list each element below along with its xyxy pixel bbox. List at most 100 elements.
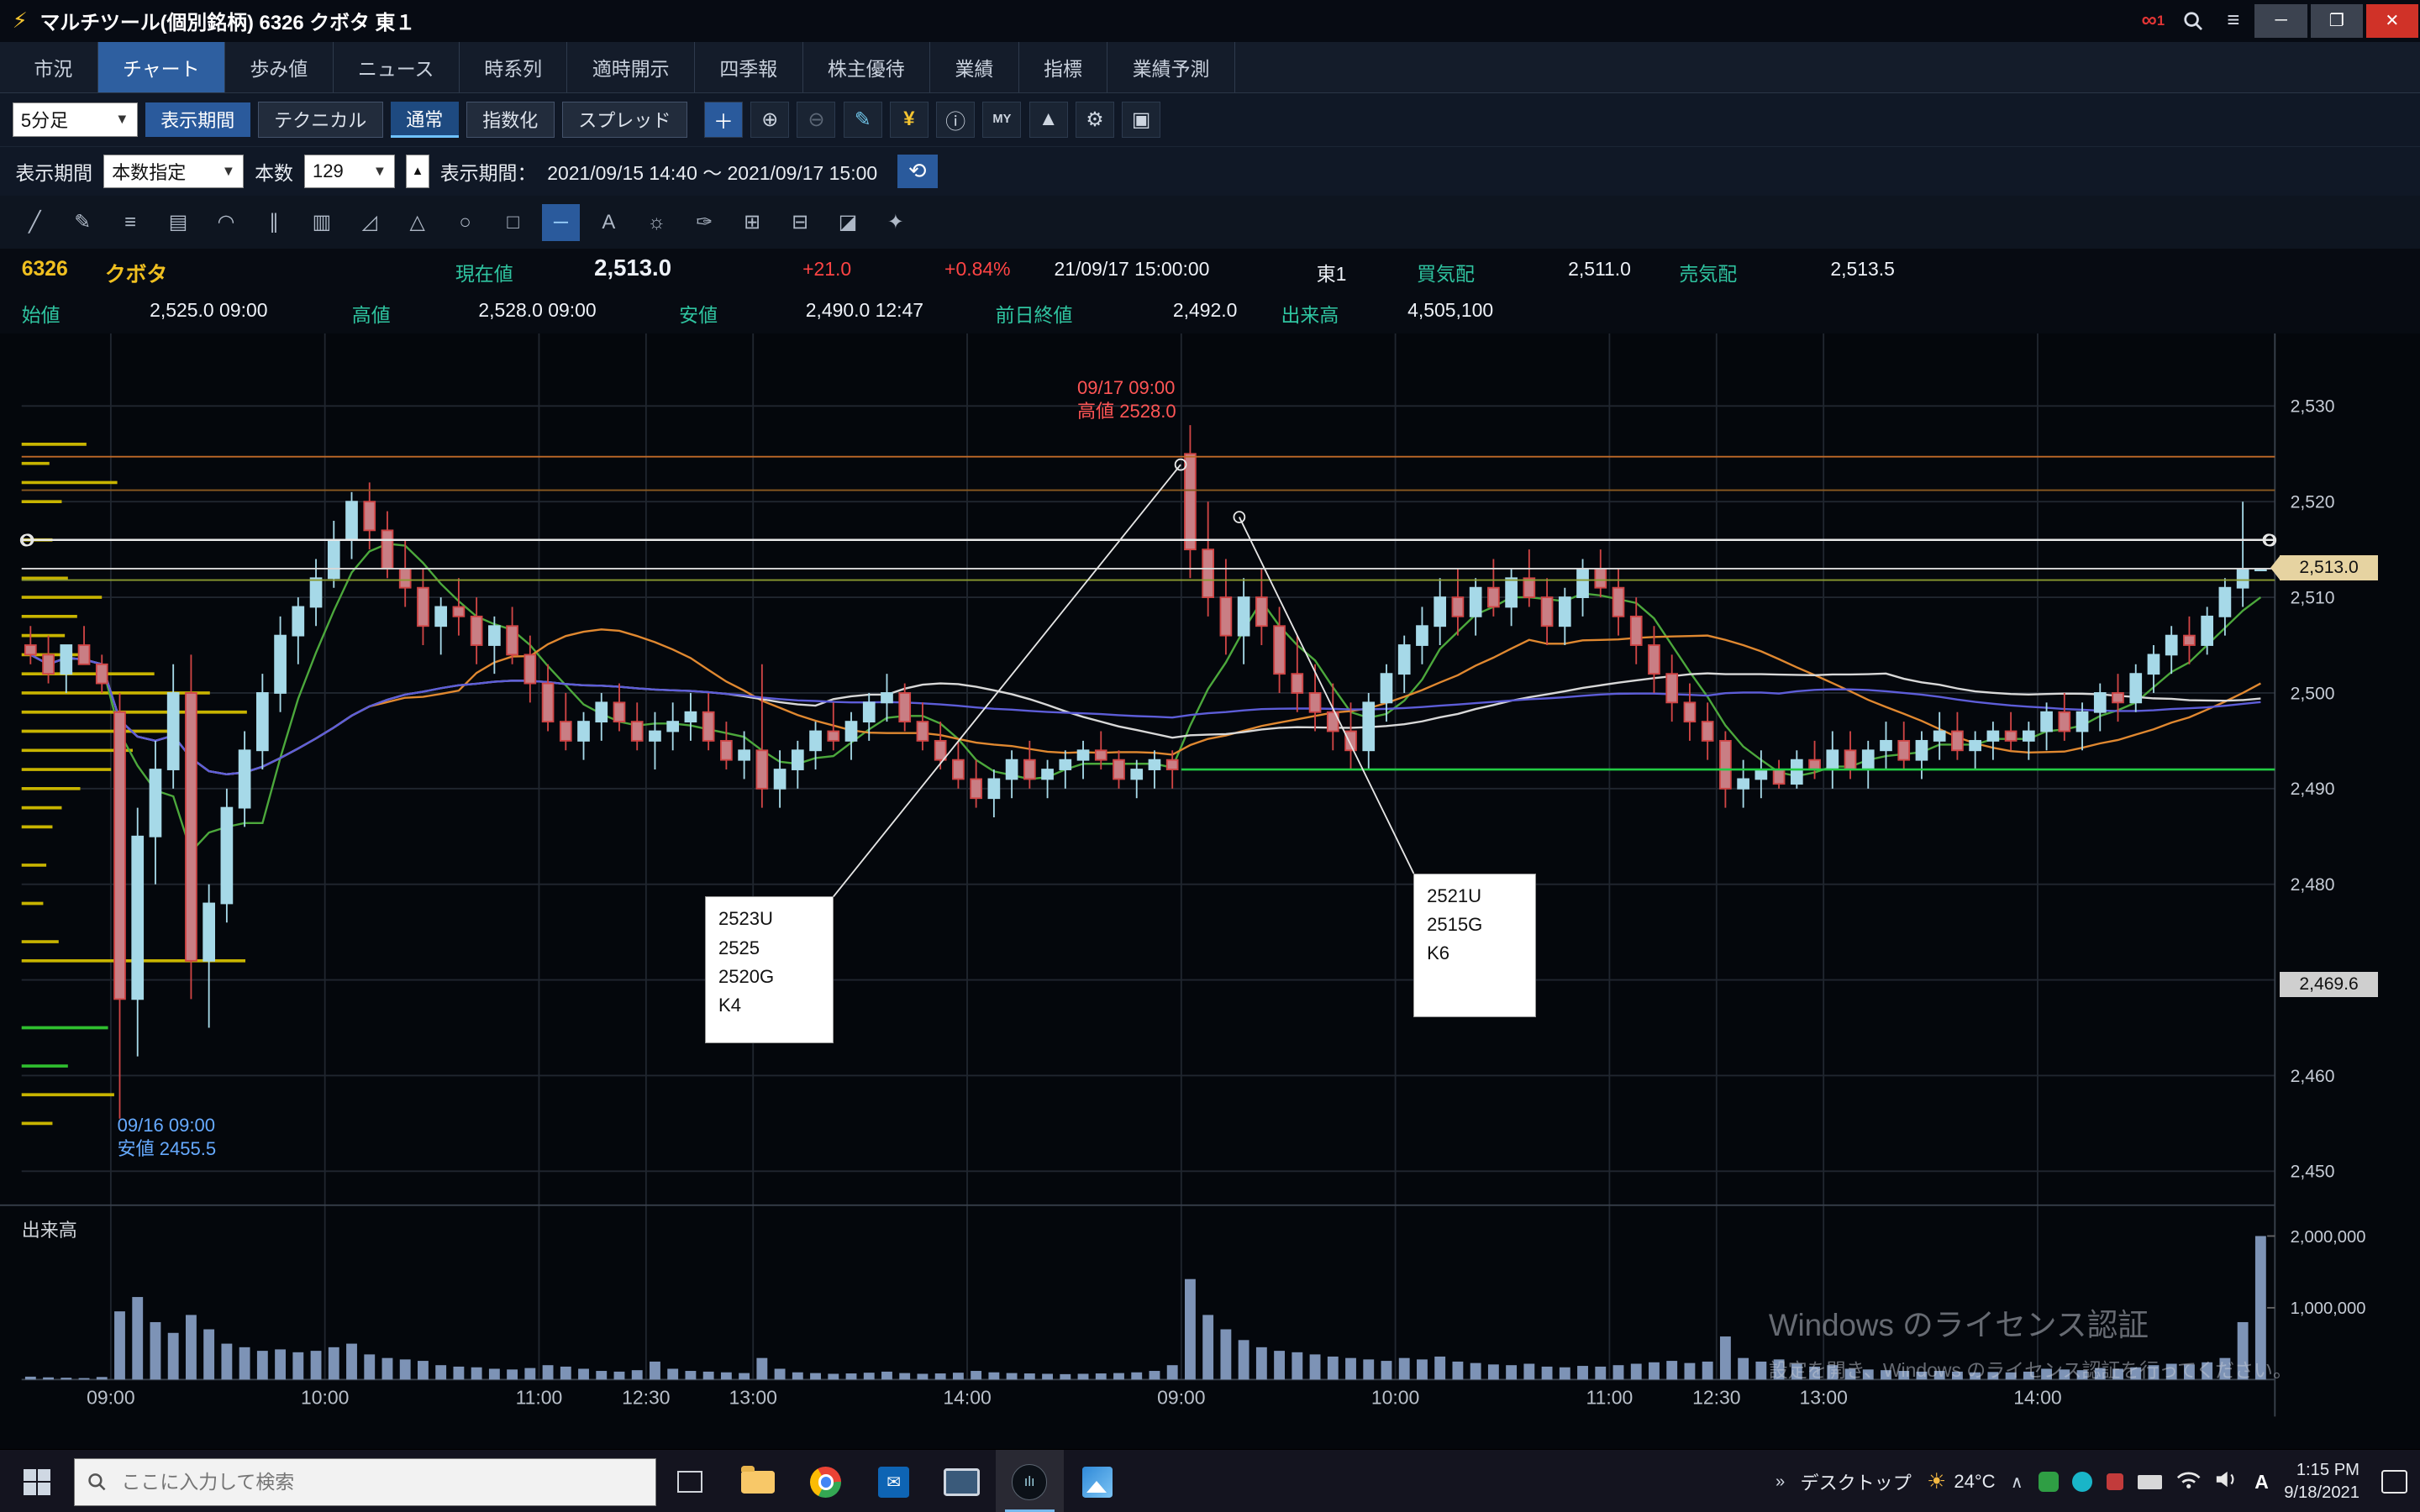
tab-2[interactable]: 歩み値	[225, 42, 334, 93]
quote-datetime: 21/09/17 15:00:00	[1054, 258, 1209, 281]
high-annotation: 09/17 09:00高値 2528.0	[1077, 376, 1176, 423]
range-value: 2021/09/15 14:40 ～ 2021/09/17 15:00	[547, 157, 877, 186]
channel-tool-icon[interactable]: ∥	[255, 204, 293, 241]
task-view-button[interactable]	[656, 1450, 724, 1512]
ime-indicator[interactable]: A	[2254, 1471, 2269, 1494]
icon-stamp-tool-icon[interactable]: ☼	[637, 204, 676, 241]
eraser-tool-icon[interactable]: ◪	[829, 204, 867, 241]
toolbar-chevrons[interactable]: »	[1776, 1473, 1785, 1492]
mail-icon[interactable]: ✉	[860, 1450, 928, 1512]
copy-drawing-tool-icon[interactable]: ⊞	[733, 204, 771, 241]
normal-mode-button[interactable]: 通常	[391, 102, 459, 138]
link-icon[interactable]: ∞1	[2133, 5, 2173, 36]
tab-0[interactable]: 市況	[9, 42, 98, 93]
angle-tool-icon[interactable]: ◿	[350, 204, 389, 241]
mountain-chart-icon[interactable]: ▲	[1029, 102, 1068, 137]
task-view-icon	[677, 1471, 702, 1493]
add-chart-icon[interactable]: ＋	[704, 102, 743, 137]
zoom-out-icon[interactable]: ⊖	[797, 102, 835, 137]
arc-tool-icon[interactable]: ◠	[207, 204, 245, 241]
volume-pane-label: 出来高	[22, 1215, 77, 1242]
search-icon[interactable]	[2173, 5, 2213, 36]
file-explorer-icon[interactable]	[724, 1450, 792, 1512]
printer-icon[interactable]: ▣	[1122, 102, 1160, 137]
paste-drawing-tool-icon[interactable]: ⊟	[781, 204, 819, 241]
hidden-icons-caret[interactable]: ∧	[2011, 1472, 2023, 1493]
technical-button[interactable]: テクニカル	[258, 102, 383, 137]
clear-all-tool-icon[interactable]: ✦	[876, 204, 915, 241]
search-icon	[87, 1472, 106, 1492]
prev-close-label: 前日終値	[996, 299, 1073, 328]
temperature: 24°C	[1954, 1471, 1995, 1493]
hlines-tool-icon[interactable]: ≡	[111, 204, 150, 241]
tab-3[interactable]: ニュース	[334, 42, 460, 93]
range-label: 表示期間：	[440, 157, 537, 186]
low-annotation: 09/16 09:00安値 2455.5	[118, 1114, 217, 1160]
taskbar-clock[interactable]: 1:15 PM 9/18/2021	[2284, 1459, 2360, 1505]
spread-mode-button[interactable]: スプレッド	[562, 102, 687, 137]
ellipse-tool-icon[interactable]: ○	[446, 204, 485, 241]
weather-widget[interactable]: ☀ 24°C	[1927, 1469, 1995, 1494]
svg-text:14:00: 14:00	[2013, 1386, 2061, 1408]
display-period-button[interactable]: 表示期間	[145, 102, 250, 136]
pin-tray-icon[interactable]	[2107, 1473, 2123, 1490]
period-mode-select[interactable]: 本数指定▼	[103, 155, 244, 189]
rectangle-tool-icon[interactable]: □	[494, 204, 533, 241]
title-bar: ⚡ マルチツール(個別銘柄) 6326 クボタ 東１ ∞1 ≡ ─ ❐ ✕	[0, 0, 2420, 42]
vlines-tool-icon[interactable]: ▥	[302, 204, 341, 241]
count-value: 129	[313, 160, 344, 182]
tab-5[interactable]: 適時開示	[567, 42, 695, 93]
count-input[interactable]: 129▼	[304, 155, 396, 189]
desktop-toolbar-label[interactable]: デスクトップ	[1801, 1468, 1912, 1495]
close-button[interactable]: ✕	[2366, 4, 2418, 38]
battery-tray-icon[interactable]	[2138, 1475, 2163, 1489]
timeframe-select[interactable]: 5分足▼	[13, 102, 138, 137]
shield-tray-icon[interactable]	[2039, 1472, 2059, 1492]
draw-pencil-icon[interactable]: ✎	[844, 102, 882, 137]
notification-center-icon[interactable]	[2381, 1470, 2408, 1494]
tab-9[interactable]: 指標	[1019, 42, 1108, 93]
trading-app-icon[interactable]: ılı	[996, 1450, 1064, 1512]
timeframe-value: 5分足	[21, 106, 68, 133]
minimize-button[interactable]: ─	[2254, 4, 2307, 38]
open-value: 2,525.0 09:00	[150, 299, 267, 322]
svg-text:13:00: 13:00	[1799, 1386, 1847, 1408]
taskbar-search[interactable]	[74, 1458, 656, 1506]
chrome-icon[interactable]	[792, 1450, 860, 1512]
info-icon[interactable]: ⓘ	[936, 102, 975, 137]
maximize-button[interactable]: ❐	[2311, 4, 2363, 38]
fib-retrace-tool-icon[interactable]: ▤	[159, 204, 197, 241]
callout-tool-icon[interactable]: ✑	[685, 204, 723, 241]
tab-10[interactable]: 業績予測	[1107, 42, 1235, 93]
volume-tray-icon[interactable]	[2215, 1470, 2239, 1494]
indexed-mode-button[interactable]: 指数化	[466, 102, 555, 137]
tab-7[interactable]: 株主優待	[803, 42, 931, 93]
photos-icon[interactable]	[1064, 1450, 1132, 1512]
windows-taskbar: ✉ ılı » デスクトップ ☀ 24°C ∧ A 1:15 PM 9/18/20…	[0, 1449, 2420, 1512]
note-callout-2[interactable]: 2521U2515G K6	[1413, 874, 1535, 1017]
my-chart-icon[interactable]: MY	[982, 102, 1021, 137]
tab-4[interactable]: 時系列	[460, 42, 568, 93]
trendline-tool-icon[interactable]: ╱	[15, 204, 54, 241]
hsegment-tool-icon[interactable]: ─	[542, 204, 581, 241]
menu-icon[interactable]: ≡	[2213, 5, 2254, 36]
polygon-tool-icon[interactable]: △	[398, 204, 437, 241]
count-step-up[interactable]: ▲	[406, 155, 429, 189]
sync-tray-icon[interactable]	[2072, 1472, 2092, 1492]
start-button[interactable]	[0, 1450, 74, 1512]
screen-share-icon[interactable]	[928, 1450, 996, 1512]
settings-wrench-icon[interactable]: ⚙	[1076, 102, 1114, 137]
wifi-tray-icon[interactable]	[2176, 1470, 2201, 1494]
reset-period-icon[interactable]: ⟲	[897, 155, 938, 188]
tab-1[interactable]: チャート	[98, 42, 225, 93]
yen-price-icon[interactable]: ¥	[890, 102, 929, 137]
zoom-in-icon[interactable]: ⊕	[750, 102, 789, 137]
note-callout-1[interactable]: 2523U2525 2520GK4	[705, 896, 834, 1043]
freehand-tool-icon[interactable]: ✎	[63, 204, 102, 241]
chart-area[interactable]: 2,4502,4602,4702,4802,4902,5002,5102,520…	[0, 333, 2420, 1449]
text-tool-icon[interactable]: A	[589, 204, 628, 241]
chart-canvas[interactable]: 2,4502,4602,4702,4802,4902,5002,5102,520…	[0, 333, 2420, 1449]
tab-6[interactable]: 四季報	[695, 42, 803, 93]
tab-8[interactable]: 業績	[930, 42, 1019, 93]
search-input[interactable]	[118, 1469, 643, 1495]
